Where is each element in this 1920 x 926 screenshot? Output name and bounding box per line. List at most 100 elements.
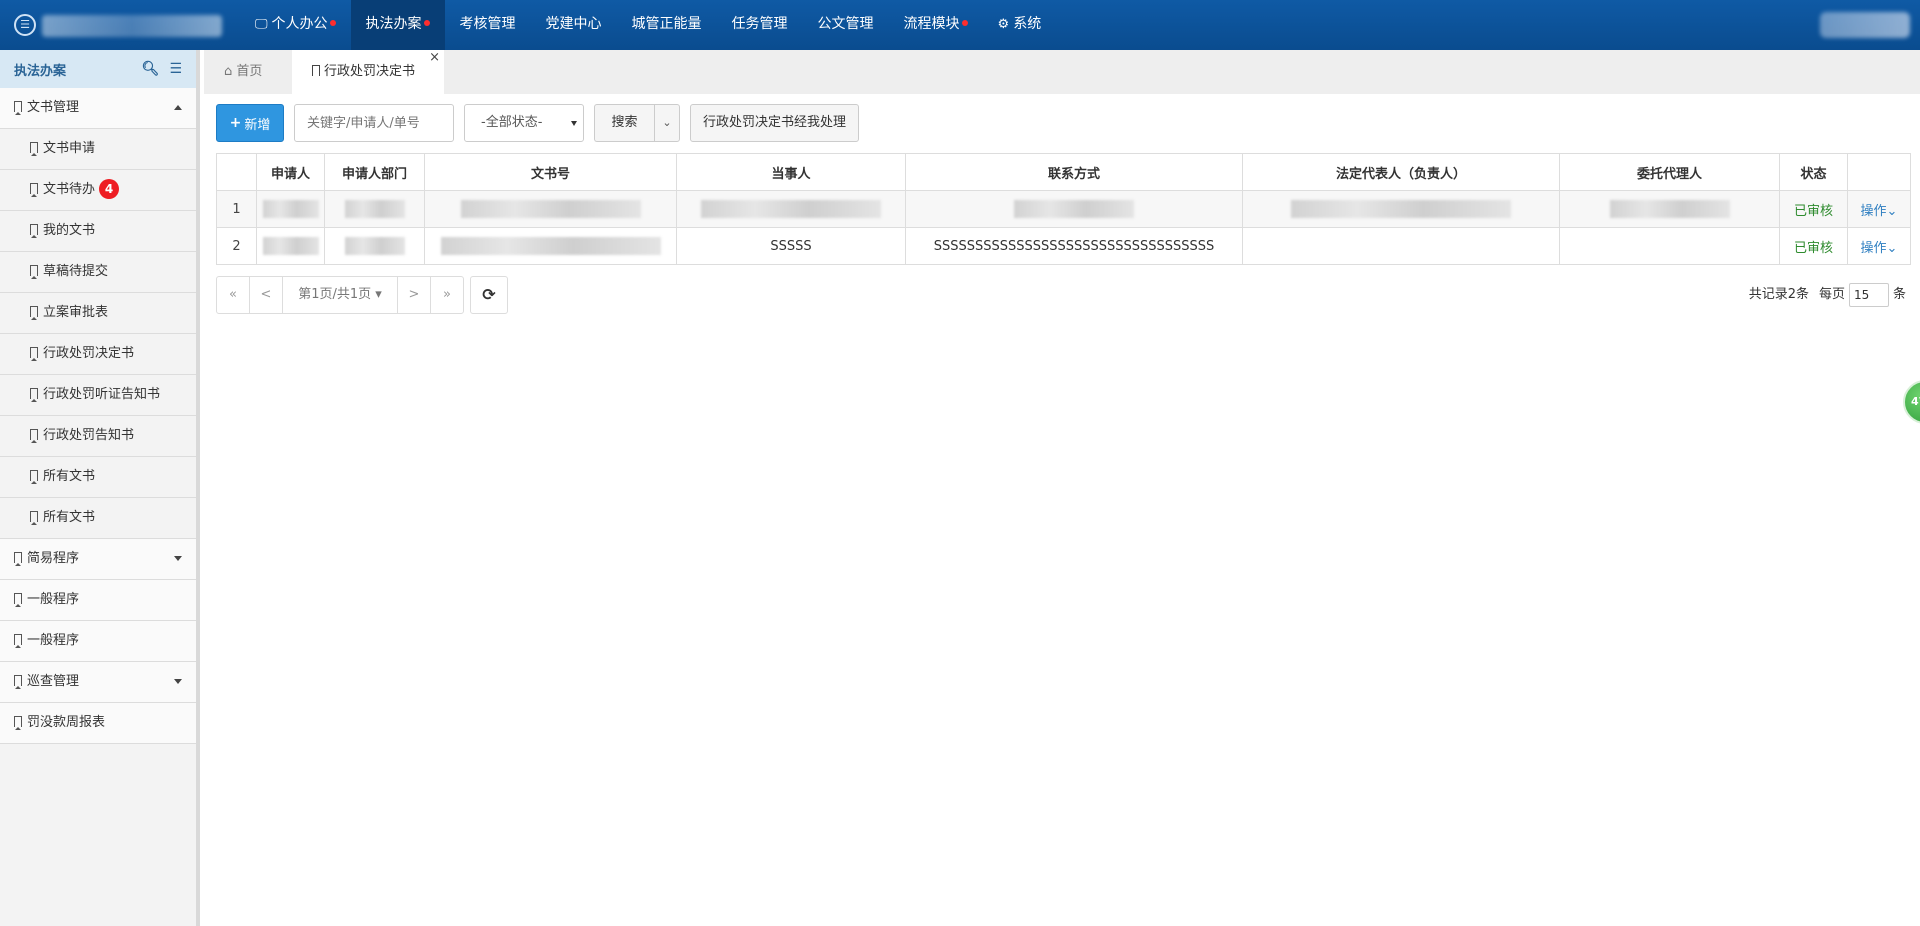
bookmark-icon	[14, 634, 22, 648]
sidebar-group-patrol-management[interactable]: 巡查管理	[0, 662, 196, 703]
page-size-input[interactable]	[1848, 283, 1889, 307]
bookmark-icon	[14, 716, 22, 730]
status-badge: 已审核	[1779, 227, 1848, 265]
sidebar-item-document-apply[interactable]: 文书申请	[0, 129, 196, 170]
cell-department-redacted	[324, 190, 425, 228]
sidebar-item-all-documents-2[interactable]: 所有文书	[0, 498, 196, 539]
search-icon[interactable]: 🔍︎	[142, 61, 160, 77]
menu-icon[interactable]: ☰	[169, 61, 182, 77]
table-header-row: 申请人 申请人部门 文书号 当事人 联系方式 法定代表人（负责人） 委托代理人 …	[216, 153, 1911, 191]
chevron-down-icon: ⌄	[1886, 203, 1898, 219]
sidebar-group-simple-procedure[interactable]: 简易程序	[0, 539, 196, 580]
sidebar-title: 执法办案	[14, 63, 67, 79]
cell-document-no-redacted	[424, 190, 677, 228]
first-page-button[interactable]: «	[216, 276, 250, 314]
sidebar-item-penalty-notice[interactable]: 行政处罚告知书	[0, 416, 196, 457]
sidebar-header: 执法办案 🔍︎ ☰	[0, 50, 196, 88]
col-header-contact[interactable]: 联系方式	[905, 153, 1243, 191]
bookmark-icon	[30, 388, 38, 402]
bookmark-icon	[30, 470, 38, 484]
search-options-dropdown[interactable]: ⌄	[654, 104, 680, 142]
sidebar-item-all-documents[interactable]: 所有文书	[0, 457, 196, 498]
col-header-party[interactable]: 当事人	[676, 153, 906, 191]
col-header-legal-rep[interactable]: 法定代表人（负责人）	[1242, 153, 1560, 191]
search-button-group: 搜索 ⌄	[594, 104, 680, 142]
app-logo[interactable]: ☰	[14, 11, 224, 39]
bookmark-icon	[30, 429, 38, 443]
col-header-applicant[interactable]: 申请人	[256, 153, 325, 191]
bookmark-icon	[30, 306, 38, 320]
col-header-agent[interactable]: 委托代理人	[1559, 153, 1780, 191]
nav-personal-office[interactable]: 🖵 个人办公	[240, 0, 351, 50]
nav-positive-energy[interactable]: 城管正能量	[617, 0, 717, 50]
table-row[interactable]: 1 已审核 操作⌄	[216, 190, 1911, 228]
pagination: « < 第1页/共1页 ▾ > » ⟳	[216, 276, 508, 314]
col-header-actions	[1847, 153, 1911, 191]
table-row[interactable]: 2 SSSSS SSSSSSSSSSSSSSSSSSSSSSSSSSSSSSSS…	[216, 227, 1911, 265]
cell-legal-rep-redacted	[1242, 190, 1560, 228]
sidebar-group-general-procedure[interactable]: 一般程序	[0, 580, 196, 621]
cell-applicant-redacted	[256, 190, 325, 228]
notification-dot	[423, 20, 430, 26]
main-nav: 🖵 个人办公 执法办案 考核管理 党建中心 城管正能量 任务管理 公文管理 流程模…	[240, 0, 1056, 50]
sidebar-item-penalty-decision[interactable]: 行政处罚决定书	[0, 334, 196, 375]
nav-workflow[interactable]: 流程模块	[889, 0, 983, 50]
sidebar-item-my-documents[interactable]: 我的文书	[0, 211, 196, 252]
bookmark-icon	[14, 552, 22, 566]
nav-party-center[interactable]: 党建中心	[531, 0, 617, 50]
col-header-document-no[interactable]: 文书号	[424, 153, 677, 191]
sidebar-group-document-management[interactable]: 文书管理	[0, 88, 196, 129]
tab-home[interactable]: ⌂ 首页	[204, 50, 290, 94]
sidebar-item-document-todo[interactable]: 文书待办 4	[0, 170, 196, 211]
logo-icon: ☰	[14, 14, 36, 36]
actions-dropdown[interactable]: 操作⌄	[1861, 241, 1898, 256]
cell-actions: 操作⌄	[1847, 190, 1911, 228]
bookmark-icon	[14, 101, 22, 115]
sidebar-item-drafts[interactable]: 草稿待提交	[0, 252, 196, 293]
caret-down-icon	[174, 679, 182, 684]
col-header-department[interactable]: 申请人部门	[324, 153, 425, 191]
user-profile-redacted[interactable]	[1820, 12, 1910, 38]
sidebar-item-case-approval[interactable]: 立案审批表	[0, 293, 196, 334]
bookmark-icon	[30, 183, 38, 197]
floating-widget[interactable]: 47	[1903, 380, 1920, 424]
nav-document-management[interactable]: 公文管理	[803, 0, 889, 50]
nav-task-management[interactable]: 任务管理	[717, 0, 803, 50]
page-select[interactable]: 第1页/共1页 ▾	[282, 276, 398, 314]
per-page-label: 每页	[1818, 287, 1845, 302]
tab-penalty-decision[interactable]: 行政处罚决定书 ×	[292, 50, 444, 94]
prev-page-button[interactable]: <	[249, 276, 283, 314]
sidebar: 执法办案 🔍︎ ☰ 文书管理 文书申请 文书待办 4 我的文书 草稿待提交 立案审…	[0, 50, 200, 926]
add-button[interactable]: + 新增	[216, 104, 284, 142]
sidebar-group-fine-weekly-report[interactable]: 罚没款周报表	[0, 703, 196, 744]
bookmark-icon	[30, 224, 38, 238]
nav-assessment[interactable]: 考核管理	[445, 0, 531, 50]
cell-contact: SSSSSSSSSSSSSSSSSSSSSSSSSSSSSSSSSS	[905, 227, 1243, 265]
refresh-icon[interactable]: ⟳	[470, 276, 508, 314]
search-button[interactable]: 搜索	[594, 104, 654, 142]
handled-by-me-button[interactable]: 行政处罚决定书经我处理	[690, 104, 860, 142]
bookmark-icon	[30, 265, 38, 279]
tab-bar: ⌂ 首页 行政处罚决定书 ×	[204, 50, 1920, 94]
sidebar-group-general-procedure-2[interactable]: 一般程序	[0, 621, 196, 662]
cell-party: SSSSS	[676, 227, 906, 265]
cell-actions: 操作⌄	[1847, 227, 1911, 265]
top-navbar: ☰ 🖵 个人办公 执法办案 考核管理 党建中心 城管正能量 任务管理 公文管理 流…	[0, 0, 1920, 50]
nav-system[interactable]: ⚙ 系统	[983, 0, 1057, 50]
chevron-down-icon: ⌄	[1886, 240, 1898, 256]
actions-dropdown[interactable]: 操作⌄	[1861, 204, 1898, 219]
total-records-label: 共记录2条	[1748, 287, 1809, 302]
row-index: 2	[216, 227, 257, 265]
notification-dot	[961, 20, 968, 26]
last-page-button[interactable]: »	[430, 276, 464, 314]
sidebar-item-hearing-notice[interactable]: 行政处罚听证告知书	[0, 375, 196, 416]
keyword-search-input[interactable]	[294, 104, 454, 142]
plus-icon: +	[229, 115, 242, 131]
record-summary: 共记录2条 每页 条	[1749, 276, 1906, 314]
status-filter-select[interactable]: -全部状态-	[464, 104, 584, 142]
col-header-status[interactable]: 状态	[1779, 153, 1848, 191]
home-icon: ⌂	[224, 64, 233, 79]
next-page-button[interactable]: >	[397, 276, 431, 314]
bookmark-icon	[312, 65, 320, 76]
close-tab-icon[interactable]: ×	[429, 36, 440, 80]
